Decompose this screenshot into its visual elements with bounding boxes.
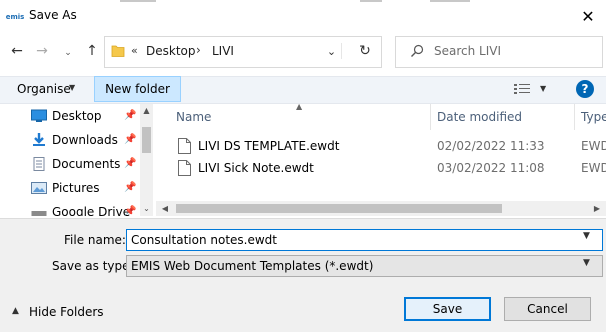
file-type: EWDT: [581, 139, 606, 153]
organise-menu[interactable]: Organise: [17, 82, 71, 96]
window-title: Save As: [29, 8, 77, 22]
breadcrumb-livi[interactable]: LIVI: [212, 44, 234, 58]
chevron-down-icon: ⌄: [64, 48, 72, 58]
emis-app-icon: emis: [6, 9, 24, 23]
sidebar-item-label: Google Drive: [52, 205, 131, 216]
close-button[interactable]: ✕: [574, 4, 602, 28]
pin-icon: 📌: [124, 134, 137, 145]
cancel-button[interactable]: Cancel: [504, 297, 591, 321]
breadcrumb-desktop[interactable]: Desktop: [146, 44, 196, 58]
folder-icon: [111, 45, 125, 57]
sort-ascending-icon: ▲: [296, 102, 303, 111]
svg-text:emis: emis: [6, 13, 24, 21]
scroll-down-icon[interactable]: ⌄: [140, 202, 153, 215]
file-type: EWDT: [581, 161, 606, 175]
caret-down-icon[interactable]: ▼: [540, 84, 546, 93]
google-drive-icon: [31, 211, 47, 216]
column-header-type[interactable]: Type: [581, 110, 606, 124]
caret-down-icon: ▼: [69, 83, 76, 92]
breadcrumb-separator-icon[interactable]: ›: [196, 43, 201, 57]
new-folder-button[interactable]: New folder: [94, 76, 181, 102]
file-date-modified: 02/02/2022 11:33: [437, 139, 545, 153]
file-name-label: File name:: [64, 233, 126, 247]
download-icon: [33, 133, 45, 146]
address-overflow-icon[interactable]: «: [131, 44, 138, 57]
arrow-up-icon: ↑: [86, 43, 98, 59]
save-as-type-label: Save as type:: [52, 259, 134, 273]
pin-icon: 📌: [124, 158, 137, 169]
title-bar: [0, 2, 606, 32]
column-divider[interactable]: [430, 104, 431, 130]
help-icon[interactable]: ?: [576, 80, 594, 98]
desktop-icon: [31, 109, 47, 122]
sidebar-scroll-thumb[interactable]: [142, 127, 151, 153]
sidebar-item-label: Downloads: [52, 133, 118, 147]
refresh-icon: ↻: [359, 43, 371, 59]
file-icon: [178, 160, 191, 176]
sidebar-item-label: Documents: [52, 157, 121, 171]
file-name: LIVI Sick Note.ewdt: [198, 161, 314, 175]
close-icon: ✕: [581, 6, 595, 26]
file-date-modified: 03/02/2022 11:08: [437, 161, 545, 175]
column-divider[interactable]: [574, 104, 575, 130]
back-button[interactable]: ←: [8, 42, 26, 60]
navigation-pane: Desktop 📌 Downloads 📌 Documents 📌 Pictur…: [0, 104, 152, 216]
file-name-field[interactable]: [126, 229, 603, 251]
refresh-button[interactable]: ↻: [355, 41, 375, 61]
sidebar-item-downloads[interactable]: Downloads 📌: [0, 129, 140, 153]
file-row[interactable]: LIVI DS TEMPLATE.ewdt 02/02/2022 11:33 E…: [172, 135, 606, 157]
caret-up-icon[interactable]: ▲: [12, 306, 19, 316]
sidebar-scrollbar[interactable]: [140, 104, 153, 216]
save-as-type-select[interactable]: EMIS Web Document Templates (*.ewdt): [126, 255, 603, 277]
pictures-icon: [31, 182, 47, 194]
pin-icon: 📌: [124, 110, 137, 121]
forward-button[interactable]: →: [33, 42, 51, 60]
sidebar-item-google-drive[interactable]: Google Drive 📌: [0, 201, 140, 216]
scroll-up-icon[interactable]: ▲: [140, 104, 153, 117]
pin-icon: 📌: [124, 182, 137, 193]
sidebar-item-desktop[interactable]: Desktop 📌: [0, 105, 140, 129]
pin-icon: 📌: [124, 206, 137, 216]
arrow-right-icon: →: [36, 43, 48, 59]
chevron-down-icon[interactable]: ▼: [583, 258, 590, 268]
file-name: LIVI DS TEMPLATE.ewdt: [198, 139, 340, 153]
search-placeholder: Search LIVI: [434, 44, 502, 58]
save-button[interactable]: Save: [404, 297, 491, 321]
sidebar-item-label: Pictures: [52, 181, 100, 195]
sidebar-item-label: Desktop: [52, 109, 102, 123]
scroll-left-icon[interactable]: ◀: [158, 202, 172, 215]
column-header-date-modified[interactable]: Date modified: [437, 110, 522, 124]
horizontal-scroll-thumb[interactable]: [176, 204, 502, 213]
address-history-button[interactable]: ⌄: [322, 43, 342, 59]
search-icon: [411, 44, 424, 57]
file-row[interactable]: LIVI Sick Note.ewdt 03/02/2022 11:08 EWD…: [172, 157, 606, 179]
recent-locations-button[interactable]: ⌄: [62, 44, 74, 62]
sidebar-item-documents[interactable]: Documents 📌: [0, 153, 140, 177]
file-icon: [178, 138, 191, 154]
up-button[interactable]: ↑: [83, 42, 101, 60]
arrow-left-icon: ←: [11, 43, 23, 59]
column-header-name[interactable]: Name: [176, 110, 211, 124]
scroll-right-icon[interactable]: ▶: [590, 202, 604, 215]
view-options-icon[interactable]: [514, 83, 530, 95]
documents-icon: [33, 157, 45, 171]
sidebar-item-pictures[interactable]: Pictures 📌: [0, 177, 140, 201]
chevron-down-icon: ⌄: [326, 44, 337, 58]
hide-folders-button[interactable]: Hide Folders: [29, 305, 104, 319]
chevron-down-icon[interactable]: ▼: [583, 231, 590, 241]
